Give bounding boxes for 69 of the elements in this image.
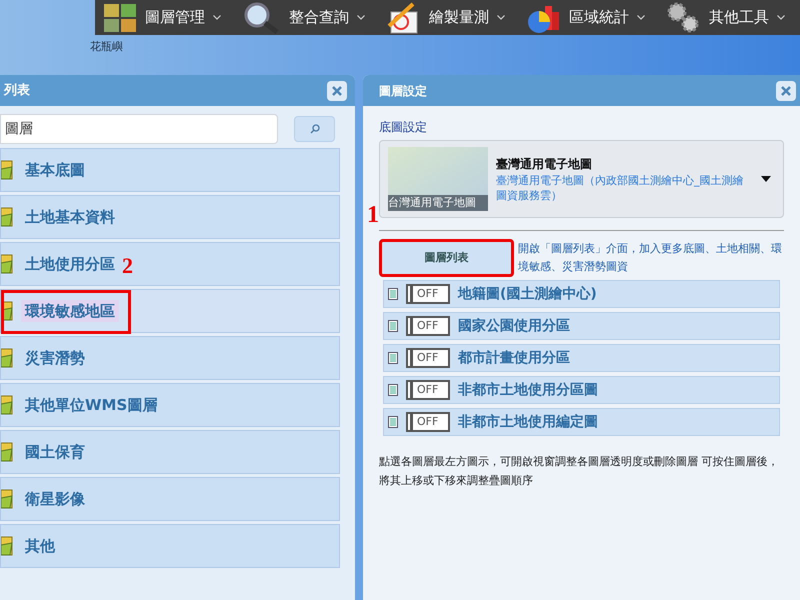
menu-item[interactable]: 區域統計 — [525, 2, 645, 34]
toggle-switch[interactable]: OFF — [406, 380, 450, 400]
legend-list-icon[interactable] — [388, 416, 398, 428]
menu-item[interactable]: 其他工具 — [665, 2, 785, 34]
layer-name: 地籍圖(國土測繪中心) — [458, 284, 597, 304]
folder-icon — [1, 159, 13, 181]
layer-list-hint: 開啟「圖層列表」介面，加入更多底圖、土地相關、環境敏感、災害潛勢圖資 — [518, 241, 783, 275]
annotation-number: 1 — [367, 201, 379, 230]
chevron-icon — [497, 15, 505, 20]
toggle-switch[interactable]: OFF — [406, 316, 450, 336]
folder-icon — [1, 441, 13, 463]
map-label: 花瓶嶼 — [90, 39, 123, 55]
chevron-icon — [777, 15, 785, 20]
annotation-number: 2 — [122, 255, 133, 277]
toggle-switch[interactable]: OFF — [406, 412, 450, 432]
folder-icon — [1, 347, 13, 369]
close-button[interactable] — [327, 80, 347, 100]
layer-row[interactable]: OFF 非都市土地使用編定圖 — [383, 408, 780, 436]
close-button[interactable] — [776, 80, 796, 100]
layer-row[interactable]: OFF 國家公園使用分區 — [383, 312, 780, 340]
basemap-description: 臺灣通用電子地圖（內政部國土測繪中心_國土測繪圖資服務雲） — [496, 173, 744, 203]
search-button[interactable] — [294, 116, 335, 142]
layer-row[interactable]: OFF 都市計畫使用分區 — [383, 344, 780, 372]
legend-list-icon[interactable] — [388, 288, 398, 300]
help-note: 點選各圖層最左方圖示，可開啟視窗調整各圖層透明度或刪除圖層 可按住圖層後，將其上移或下移來調整疊圖順序 — [379, 454, 780, 489]
layer-name: 國家公園使用分區 — [458, 316, 570, 336]
chevron-icon — [637, 15, 645, 20]
layer-row[interactable]: OFF 地籍圖(國土測繪中心) — [383, 280, 780, 308]
legend-list-icon[interactable] — [388, 384, 398, 396]
category-item[interactable]: 基本底圖 — [0, 148, 340, 192]
map-tiles-icon — [103, 2, 137, 32]
category-item[interactable]: 衛星影像 — [0, 477, 340, 521]
toggle-switch[interactable]: OFF — [406, 284, 450, 304]
chevron-icon — [213, 15, 221, 20]
basemap-name: 臺灣通用電子地圖 — [496, 156, 593, 173]
layer-name: 都市計畫使用分區 — [458, 348, 570, 368]
toggle-switch[interactable]: OFF — [406, 348, 450, 368]
folder-icon — [1, 206, 13, 228]
close-icon — [781, 86, 791, 96]
layer-list-button[interactable]: 圖層列表 — [379, 239, 514, 277]
folder-icon — [1, 488, 13, 510]
category-item[interactable]: 土地基本資料 — [0, 195, 340, 239]
folder-icon — [1, 394, 13, 416]
legend-list-icon[interactable] — [388, 352, 398, 364]
panel-title: 圖層設定 — [379, 82, 427, 100]
folder-icon — [1, 535, 13, 557]
layer-name: 非都市土地使用編定圖 — [458, 412, 598, 432]
close-icon — [332, 86, 342, 96]
menu-item[interactable]: 圖層管理 — [103, 2, 221, 32]
dropdown-caret-icon — [761, 176, 771, 182]
category-item[interactable]: 災害潛勢 — [0, 336, 340, 380]
gears-icon — [665, 2, 701, 34]
layer-row[interactable]: OFF 非都市土地使用分區圖 — [383, 376, 780, 404]
category-item[interactable]: 國土保育 — [0, 430, 340, 474]
category-item[interactable]: 環境敏感地區 — [0, 289, 340, 333]
folder-icon — [1, 253, 13, 275]
menu-item[interactable]: 整合查詢 — [241, 2, 365, 34]
category-item[interactable]: 其他 — [0, 524, 340, 568]
menu-item[interactable]: 繪製量測 — [385, 2, 505, 34]
layer-name: 非都市土地使用分區圖 — [458, 380, 598, 400]
panel-title: 列表 — [4, 82, 30, 100]
search-icon — [310, 124, 320, 134]
section-heading: 底圖設定 — [379, 119, 428, 136]
search-field[interactable]: 圖層 — [0, 114, 278, 144]
legend-list-icon[interactable] — [388, 320, 398, 332]
chevron-icon — [357, 15, 365, 20]
category-item[interactable]: 其他單位WMS圖層 — [0, 383, 340, 427]
basemap-selector[interactable]: 台灣通用電子地圖 臺灣通用電子地圖 臺灣通用電子地圖（內政部國土測繪中心_國土測繪圖資服務雲） — [379, 140, 784, 218]
thumbnail-caption: 台灣通用電子地圖 — [388, 194, 488, 211]
